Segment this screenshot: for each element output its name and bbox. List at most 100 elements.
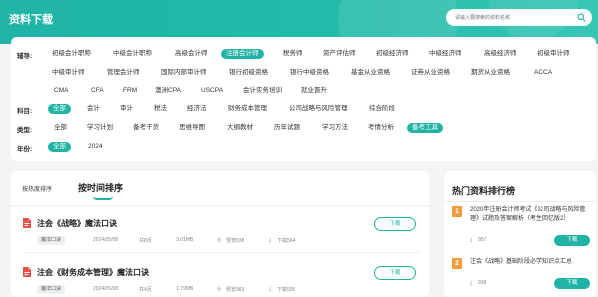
filter-exam-item[interactable]: 初级经济师 [376,49,409,59]
filter-exam-item[interactable]: 高级会计师 [175,49,208,59]
filter-exam-item[interactable]: 就业晋升 [301,86,327,96]
filter-label-type: 类型: [17,127,33,134]
ranking-divider [444,201,596,202]
download-button[interactable]: 下载 [374,266,416,280]
filter-exam-item[interactable]: 中级会计职称 [113,49,152,59]
document-item[interactable]: 注会《财务成本管理》魔法口诀 魔法口诀 2024/05/08 共4页 1.79M… [11,266,429,297]
filter-exam-item[interactable]: 税务师 [283,49,303,59]
filter-exam-item[interactable]: USCPA [201,86,223,96]
filter-type-item[interactable]: 全部 [54,123,67,133]
document-title[interactable]: 注会《财务成本管理》魔法口诀 [37,267,149,278]
search-icon[interactable] [577,13,586,22]
filter-exam-item[interactable]: 期货从业资格 [471,68,510,78]
filter-type-item[interactable]: 历年试题 [274,123,300,133]
download-icon: ⤓ [470,237,473,243]
filter-row-exam-3: CMA CFA FRM 澳洲CPA USCPA 会计实务培训 就业晋升 [11,85,596,97]
filter-type-item[interactable]: 考情分析 [368,123,394,133]
filter-subject-item[interactable]: 公司战略与风险管理 [289,104,348,114]
rank-badge: 2 [452,258,462,269]
document-tag: 魔法口诀 [37,285,66,294]
ranking-panel: 热门资料排行榜 1 2020年注册会计师考试《公司战略与风险管理》试题及答案解析… [444,171,596,297]
filter-year-item[interactable]: 2024 [88,142,102,152]
document-size: 1.79MB [176,286,194,292]
active-tab-indicator [93,196,113,200]
filter-exam-item[interactable]: 会计实务培训 [243,86,282,96]
filter-exam-item[interactable]: 管理会计师 [107,68,140,78]
filter-exam-item[interactable]: 中级经济师 [429,49,462,59]
document-tag: 魔法口诀 [37,236,66,245]
filter-label-subject: 科目: [17,108,33,115]
filter-type-item[interactable]: 学习方法 [322,123,348,133]
filter-subject-item[interactable]: 财务成本管理 [228,104,267,114]
filter-row-subject: 科目: 全部 会计 审计 税法 经济法 财务成本管理 公司战略与风险管理 综合阶… [11,103,596,115]
filter-label-exam: 辅导: [17,53,33,60]
ranking-downloads: 957 [478,237,487,243]
rank-badge: 1 [452,206,462,217]
document-size: 3.01MB [176,237,194,243]
filter-subject-item[interactable]: 会计 [87,104,100,114]
filter-exam-item[interactable]: 国际内部审计师 [161,68,207,78]
filter-exam-item[interactable]: 初级会计职称 [52,49,91,59]
filter-exam-item[interactable]: 初级审计师 [537,49,570,59]
filter-type-item[interactable]: 思维导图 [179,123,205,133]
download-button[interactable]: 下载 [554,235,590,246]
filter-exam-item[interactable]: FRM [123,86,137,96]
filter-exam-item[interactable]: 澳洲CPA [155,86,181,96]
filter-exam-item[interactable]: 银行中级资格 [290,68,329,78]
filter-label-year: 年份: [17,146,33,153]
filter-type-item[interactable]: 学习计划 [87,123,113,133]
document-views: 预览838 [226,238,245,244]
filter-exam-item[interactable]: CMA [54,86,68,96]
download-icon: ⤓ [269,286,272,292]
document-views: 预览983 [226,287,245,293]
pdf-icon [23,218,31,228]
filter-exam-item[interactable]: 基金从业资格 [351,68,390,78]
filter-type-item[interactable]: 大纲教材 [227,123,253,133]
filter-subject-item[interactable]: 经济法 [187,104,207,114]
document-downloads: 下载564 [277,238,296,244]
filter-row-exam: 辅导: 初级会计职称 中级会计职称 高级会计师 注册会计师 税务师 资产评估师 … [11,48,596,60]
tab-sort-by-popularity[interactable]: 按热度排序 [22,184,52,193]
tab-sort-by-time[interactable]: 按时间排序 [78,181,123,194]
document-downloads: 下载935 [277,287,296,293]
download-button[interactable]: 下载 [554,278,590,289]
filter-subject-item[interactable]: 审计 [120,104,133,114]
download-button[interactable]: 下载 [374,217,416,231]
document-item[interactable]: 注会《战略》魔法口诀 魔法口诀 2024/05/08 共8页 3.01MB ◎ … [11,217,429,257]
download-icon: ⤓ [269,237,272,243]
filter-exam-item[interactable]: 证券从业资格 [411,68,450,78]
document-meta: 魔法口诀 2024/05/08 共8页 3.01MB ◎ 预览838 ⤓ 下载5… [37,236,337,245]
eye-icon: ◎ [217,237,222,243]
filter-subject-item[interactable]: 综合阶段 [369,104,395,114]
filter-exam-item[interactable]: 中级审计师 [52,68,85,78]
ranking-item-title[interactable]: 2020年注册会计师考试《公司战略与风险管理》试题及答案解析（考生回忆版2） [470,206,588,224]
filter-subject-item[interactable]: 税法 [154,104,167,114]
filter-exam-item[interactable]: 资产评估师 [323,49,356,59]
search-box[interactable] [446,9,592,26]
filter-year-item-active[interactable]: 全部 [48,142,71,152]
filter-exam-item[interactable]: 银行初级资格 [229,68,268,78]
filter-exam-item-active[interactable]: 注册会计师 [221,49,264,59]
ranking-title: 热门资料排行榜 [452,186,516,196]
filter-row-year: 年份: 全部 2024 [11,141,596,153]
filter-subject-item-active[interactable]: 全部 [48,104,71,114]
divider [25,252,420,253]
document-date: 2024/05/08 [93,286,119,292]
filter-row-type: 类型: 全部 学习计划 备考干货 思维导图 大纲教材 历年试题 学习方法 考情分… [11,122,596,134]
ranking-item-title[interactable]: 注会《战略》基础阶段必学知识点汇总 [470,258,588,267]
download-icon: ⤓ [470,280,473,286]
document-list: 按热度排序 按时间排序 注会《战略》魔法口诀 魔法口诀 2024/05/08 共… [11,171,429,297]
search-input[interactable] [446,9,566,26]
document-meta: 魔法口诀 2024/05/08 共4页 1.79MB ◎ 预览983 ⤓ 下载9… [37,285,337,294]
document-pages: 共8页 [139,238,152,244]
page-title: 资料下载 [9,14,53,26]
document-title[interactable]: 注会《战略》魔法口诀 [37,218,117,229]
document-date: 2024/05/08 [93,237,119,243]
filter-panel: 辅导: 初级会计职称 中级会计职称 高级会计师 注册会计师 税务师 资产评估师 … [11,37,596,161]
filter-type-item-active[interactable]: 备考工具 [407,123,443,133]
filter-exam-item[interactable]: ACCA [534,68,552,78]
filter-exam-item[interactable]: 高级经济师 [484,49,517,59]
filter-row-exam-2: 中级审计师 管理会计师 国际内部审计师 银行初级资格 银行中级资格 基金从业资格… [11,67,596,79]
filter-type-item[interactable]: 备考干货 [133,123,159,133]
filter-exam-item[interactable]: CFA [91,86,104,96]
